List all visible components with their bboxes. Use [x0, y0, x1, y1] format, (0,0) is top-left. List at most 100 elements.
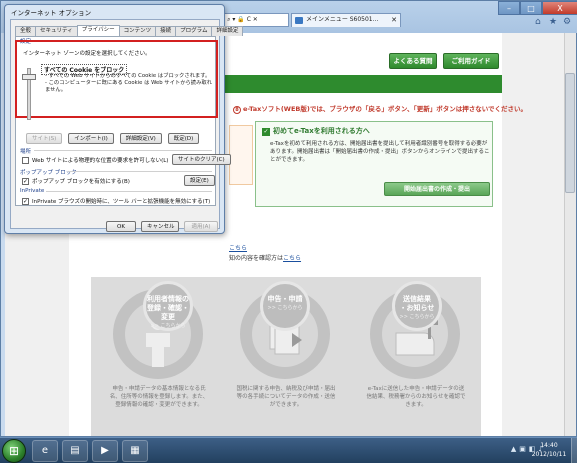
- explorer-taskbar-icon[interactable]: ▤: [62, 440, 88, 462]
- card-declaration[interactable]: 申告・申請 >> こちらから 国税に関する申告、納税及び申請・届出等の各手続につ…: [236, 281, 336, 433]
- first-time-title: ✓ 初めてe-Taxを利用される方へ: [262, 126, 370, 136]
- notice-marker-icon: 8: [233, 106, 241, 114]
- scrollbar-thumb[interactable]: [565, 73, 575, 193]
- start-form-button[interactable]: 開始届出書の作成・提出: [384, 182, 490, 196]
- link-kochira[interactable]: こちら: [229, 243, 247, 252]
- faq-button[interactable]: よくある質問: [389, 53, 437, 69]
- tab-programs[interactable]: プログラム: [175, 26, 213, 36]
- badge-line-2: ・お知らせ: [399, 304, 435, 312]
- tray-arrow-icon[interactable]: ▲: [511, 445, 516, 453]
- badge-line-1: 申告・申請: [267, 295, 303, 303]
- location-section-label: 場所: [20, 149, 32, 155]
- card-text: 申告・申請データの基本情報となる氏名、住所等の情報を登録します。また、登録情報の…: [109, 386, 209, 408]
- tools-gear-icon[interactable]: ⚙: [563, 18, 572, 27]
- first-time-box: ✓ 初めてe-Taxを利用される方へ e-Taxを初めて利用される方は、開始届出書…: [255, 121, 493, 207]
- level-desc-line-2: - このコンピューターに既にある Cookie は Web サイトから読み取れま…: [45, 80, 212, 93]
- location-check-label: Web サイトによる物理的な位置の要求を許可しない(L): [32, 158, 169, 164]
- advanced-button[interactable]: 詳細設定(V): [119, 133, 162, 144]
- popup-row: ✓ ポップアップ ブロックを有効にする(B): [22, 177, 130, 185]
- badge-line-2: 登録・確認・変更: [147, 304, 189, 321]
- inprivate-section-label: InPrivate: [20, 188, 45, 194]
- media-player-taskbar-icon[interactable]: ▶: [92, 440, 118, 462]
- tray-network-icon[interactable]: ▣: [519, 445, 526, 453]
- location-checkbox[interactable]: [22, 156, 29, 164]
- link-kochira-2[interactable]: こちら: [283, 255, 301, 262]
- cancel-button[interactable]: キャンセル: [141, 221, 179, 232]
- clear-sites-button[interactable]: サイトのクリア(C): [172, 154, 231, 165]
- first-time-text: e-Taxを初めて利用される方は、開始届出書を提出して利用者識別番号を取得する必…: [270, 141, 490, 163]
- badge-line-1: 送信結果: [403, 295, 431, 303]
- popup-settings-button[interactable]: 設定(E): [184, 175, 215, 186]
- highlight-box: インターネット ゾーンの設定を選択してください。 すべての Cookie をブロ…: [15, 40, 218, 120]
- badge-results[interactable]: 送信結果 ・お知らせ >> こちらから: [392, 281, 442, 331]
- divider: [34, 150, 212, 151]
- clock-date: 2012/10/11: [531, 451, 567, 458]
- home-icon[interactable]: ⌂: [535, 18, 544, 27]
- ie-taskbar-icon[interactable]: e: [32, 440, 58, 462]
- card-text: e-Taxに送信した申告・申請データの送信結果、税務署からのお知らせを確認できま…: [366, 386, 466, 408]
- link-line-prefix: 知の内容を確認方は: [229, 255, 284, 262]
- badge-sub: >> こちらから: [399, 314, 435, 320]
- notice-text: 8 e-Taxソフト(WEB版)では、ブラウザの「戻る」ボタン、「更新」ボタンは押…: [233, 103, 527, 114]
- inprivate-checkbox[interactable]: ✓: [22, 197, 29, 205]
- clock-time: 14:40: [540, 442, 558, 449]
- settings-description: インターネット ゾーンの設定を選択してください。: [23, 51, 151, 57]
- dialog-body: 全般 セキュリティ プライバシー コンテンツ 接続 プログラム 詳細設定 設定 …: [10, 19, 244, 232]
- dialog-footer: OK キャンセル 適用(A): [106, 221, 218, 232]
- internet-options-dialog: インターネット オプション 全般 セキュリティ プライバシー コンテンツ 接続 …: [4, 4, 244, 234]
- favicon-icon: [295, 17, 303, 24]
- level-desc-line-1: - すべての Web サイトからのすべての Cookie はブロックされます。: [45, 73, 211, 79]
- maximize-button[interactable]: □: [520, 1, 542, 15]
- dialog-title: インターネット オプション: [11, 9, 92, 17]
- tab-security[interactable]: セキュリティ: [35, 26, 78, 36]
- partial-orange-box: [229, 125, 253, 185]
- close-button[interactable]: X: [542, 1, 577, 15]
- menu-panel: 利用者情報の 登録・確認・変更 >> こちらから 申告・申請データの基本情報とな…: [91, 277, 481, 436]
- privacy-level-description: - すべての Web サイトからのすべての Cookie はブロックされます。 …: [45, 73, 213, 94]
- first-time-title-text: 初めてe-Taxを利用される方へ: [273, 127, 370, 135]
- tab-main-menu[interactable]: メインメニュー S60501… ✕: [291, 13, 401, 27]
- privacy-panel: 設定 インターネット ゾーンの設定を選択してください。 すべての Cookie …: [15, 36, 231, 206]
- popup-check-label: ポップアップ ブロックを有効にする(B): [32, 179, 130, 185]
- tab-label: メインメニュー S60501…: [306, 16, 379, 23]
- ok-button[interactable]: OK: [106, 221, 136, 232]
- tab-advanced[interactable]: 詳細設定: [211, 26, 244, 36]
- default-button[interactable]: 既定(D): [167, 133, 200, 144]
- minimize-button[interactable]: –: [498, 1, 520, 15]
- tab-close-icon[interactable]: ✕: [391, 14, 397, 26]
- badge-sub: >> こちらから: [267, 305, 303, 311]
- browser-icons: ⌂ ★ ⚙: [535, 18, 572, 27]
- location-row: Web サイトによる物理的な位置の要求を許可しない(L): [22, 156, 168, 164]
- settings-buttons: サイト(S) インポート(I) 詳細設定(V) 既定(D): [26, 133, 200, 144]
- app-taskbar-icon[interactable]: ▦: [122, 440, 148, 462]
- apply-button[interactable]: 適用(A): [184, 221, 218, 232]
- tab-connections[interactable]: 接続: [155, 26, 177, 36]
- clock[interactable]: 14:40 2012/10/11: [529, 441, 569, 459]
- badge-user-info[interactable]: 利用者情報の 登録・確認・変更 >> こちらから: [143, 281, 193, 331]
- link-line: 知の内容を確認方はこちら: [229, 253, 301, 262]
- tab-content[interactable]: コンテンツ: [118, 26, 157, 36]
- badge-declaration[interactable]: 申告・申請 >> こちらから: [260, 281, 310, 331]
- favorites-star-icon[interactable]: ★: [549, 18, 558, 27]
- inprivate-row: ✓ InPrivate ブラウズの開始時に、ツール バーと拡張機能を無効にする(T…: [22, 197, 210, 205]
- divider: [46, 191, 212, 192]
- check-icon: ✓: [262, 128, 270, 136]
- inprivate-check-label: InPrivate ブラウズの開始時に、ツール バーと拡張機能を無効にする(T): [32, 199, 211, 205]
- dialog-tabs: 全般 セキュリティ プライバシー コンテンツ 接続 プログラム 詳細設定: [15, 25, 244, 36]
- tab-privacy[interactable]: プライバシー: [76, 25, 120, 36]
- badge-line-1: 利用者情報の: [147, 295, 189, 303]
- import-button[interactable]: インポート(I): [68, 133, 114, 144]
- popup-section-label: ポップアップ ブロック: [20, 170, 77, 176]
- card-user-info[interactable]: 利用者情報の 登録・確認・変更 >> こちらから 申告・申請データの基本情報とな…: [109, 281, 209, 433]
- taskbar: ⊞ e ▤ ▶ ▦ ▲ ▣ ◧ ♪ 14:40 2012/10/11: [0, 437, 577, 463]
- start-button[interactable]: ⊞: [2, 439, 26, 463]
- vertical-scrollbar[interactable]: [564, 33, 576, 436]
- tab-general[interactable]: 全般: [15, 26, 37, 36]
- card-results[interactable]: 送信結果 ・お知らせ >> こちらから e-Taxに送信した申告・申請データの送…: [366, 281, 466, 433]
- privacy-slider-thumb[interactable]: [22, 74, 36, 80]
- popup-checkbox[interactable]: ✓: [22, 177, 29, 185]
- sites-button[interactable]: サイト(S): [26, 133, 63, 144]
- guide-button[interactable]: ご利用ガイド: [443, 53, 499, 69]
- divider: [68, 171, 212, 172]
- show-desktop-button[interactable]: [571, 438, 577, 463]
